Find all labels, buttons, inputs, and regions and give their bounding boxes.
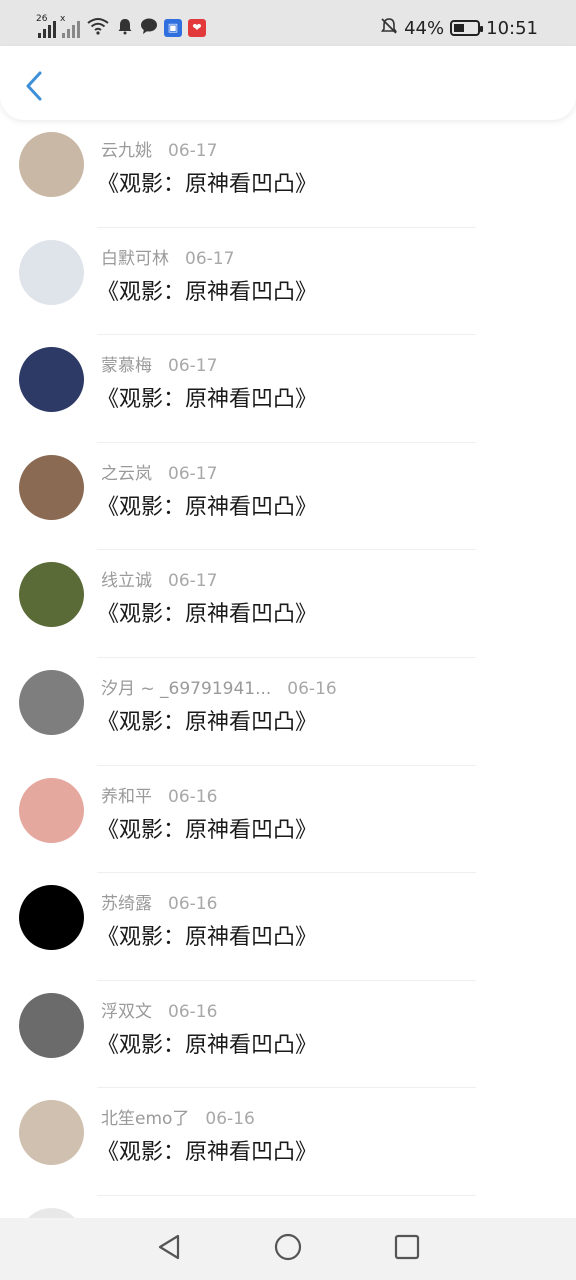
user-name[interactable]: 汐月 ~ _69791941...: [101, 679, 271, 699]
chat-bubble-icon: [140, 17, 158, 39]
navigation-bar: [0, 1218, 576, 1280]
signal-icon: 26: [36, 14, 56, 38]
item-title[interactable]: 《观影：原神看凹凸》: [97, 596, 317, 628]
item-meta: 云九姚 06-17: [101, 136, 217, 161]
list-item[interactable]: 汐月 ~ _69791941... 06-16 《观影：原神看凹凸》: [0, 658, 576, 766]
avatar[interactable]: [19, 992, 84, 1058]
avatar[interactable]: [19, 669, 84, 735]
item-title[interactable]: 《观影：原神看凹凸》: [97, 919, 317, 951]
avatar[interactable]: [19, 239, 84, 305]
battery-percent: 44%: [404, 17, 445, 39]
user-name[interactable]: 蒙慕梅: [101, 356, 152, 376]
avatar[interactable]: [19, 1100, 84, 1166]
clock: 10:51: [486, 17, 538, 39]
home-nav-icon[interactable]: [274, 1233, 302, 1265]
user-name[interactable]: 苏绮露: [101, 894, 152, 914]
user-name[interactable]: 白默可林: [101, 249, 169, 269]
user-name[interactable]: 之云岚: [101, 464, 152, 484]
wifi-icon: [86, 17, 110, 39]
list-item[interactable]: 苏绮露 06-16 《观影：原神看凹凸》: [0, 873, 576, 981]
user-name[interactable]: 线立诚: [101, 571, 152, 591]
list-item[interactable]: [0, 1196, 576, 1218]
avatar-image: [19, 132, 84, 197]
user-name[interactable]: 云九姚: [101, 141, 152, 161]
status-left: 26 x ▣ ❤: [36, 14, 206, 39]
list-item[interactable]: 养和平 06-16 《观影：原神看凹凸》: [0, 766, 576, 874]
item-date: 06-16: [205, 1109, 255, 1130]
item-title[interactable]: 《观影：原神看凹凸》: [97, 1134, 317, 1166]
avatar[interactable]: [19, 454, 84, 520]
back-nav-icon[interactable]: [156, 1233, 182, 1265]
item-title[interactable]: 《观影：原神看凹凸》: [97, 704, 317, 736]
user-name[interactable]: 浮双文: [101, 1002, 152, 1022]
avatar[interactable]: [19, 1207, 84, 1218]
signal-icon-2: x: [60, 14, 80, 38]
avatar[interactable]: [19, 777, 84, 843]
item-title[interactable]: 《观影：原神看凹凸》: [97, 274, 317, 306]
item-date: 06-17: [168, 141, 218, 161]
item-title[interactable]: 《观影：原神看凹凸》: [97, 812, 317, 844]
item-title[interactable]: 《观影：原神看凹凸》: [97, 1027, 317, 1059]
signal-label-2: x: [60, 14, 66, 24]
item-meta: 之云岚 06-17: [101, 459, 217, 484]
recents-nav-icon[interactable]: [394, 1234, 420, 1264]
list-item[interactable]: 北笙emo了 06-16 《观影：原神看凹凸》: [0, 1088, 576, 1196]
app-notification-icon: ▣: [164, 19, 182, 37]
user-name[interactable]: 北笙emo了: [101, 1109, 189, 1129]
avatar-image: [19, 562, 84, 628]
item-meta: 浮双文 06-16: [101, 997, 217, 1022]
avatar[interactable]: [19, 347, 84, 413]
list-item[interactable]: 浮双文 06-16 《观影：原神看凹凸》: [0, 981, 576, 1089]
item-meta: 白默可林 06-17: [101, 244, 234, 269]
avatar-image: [19, 992, 84, 1058]
avatar-image: [19, 885, 84, 951]
avatar-image: [19, 454, 84, 520]
signal-label: 26: [36, 14, 48, 24]
avatar-image: [19, 777, 84, 843]
avatar[interactable]: [19, 132, 84, 197]
item-meta: 蒙慕梅 06-17: [101, 351, 217, 376]
status-right: 44% 10:51: [380, 17, 538, 39]
avatar-image: [19, 669, 84, 735]
item-title[interactable]: 《观影：原神看凹凸》: [97, 489, 317, 521]
item-date: 06-16: [168, 894, 218, 915]
app-notification-icon-2: ❤: [188, 19, 206, 37]
item-meta: 线立诚 06-17: [101, 566, 217, 591]
list-item[interactable]: 白默可林 06-17 《观影：原神看凹凸》: [0, 228, 576, 336]
list-item[interactable]: 线立诚 06-17 《观影：原神看凹凸》: [0, 550, 576, 658]
item-date: 06-17: [185, 248, 235, 269]
avatar-image: [19, 1100, 84, 1166]
top-header: [0, 46, 576, 120]
item-date: 06-16: [168, 786, 218, 807]
list-item[interactable]: 之云岚 06-17 《观影：原神看凹凸》: [0, 443, 576, 551]
list-item[interactable]: 蒙慕梅 06-17 《观影：原神看凹凸》: [0, 335, 576, 443]
back-button[interactable]: [14, 66, 54, 106]
avatar-image: [19, 239, 84, 305]
user-list[interactable]: 云九姚 06-17 《观影：原神看凹凸》 白默可林 06-17 《观影：原神看凹凸》 蒙慕梅…: [0, 120, 576, 1218]
avatar[interactable]: [19, 885, 84, 951]
item-date: 06-16: [168, 1001, 218, 1022]
avatar-image: [19, 347, 84, 413]
bell-icon: [116, 17, 134, 39]
item-title[interactable]: 《观影：原神看凹凸》: [97, 381, 317, 413]
item-meta: 养和平 06-16: [101, 782, 217, 807]
item-date: 06-17: [168, 463, 218, 484]
item-date: 06-17: [168, 571, 218, 592]
avatar[interactable]: [19, 562, 84, 628]
chevron-left-icon: [26, 71, 42, 101]
item-meta: 汐月 ~ _69791941... 06-16: [101, 674, 337, 699]
item-meta: 北笙emo了 06-16: [101, 1104, 255, 1129]
avatar-image: [19, 1207, 84, 1218]
item-date: 06-16: [287, 678, 337, 699]
user-name[interactable]: 养和平: [101, 787, 152, 807]
list-item[interactable]: 云九姚 06-17 《观影：原神看凹凸》: [0, 120, 576, 228]
battery-icon: [450, 20, 484, 36]
item-title[interactable]: 《观影：原神看凹凸》: [97, 166, 317, 198]
mute-bell-icon: [380, 17, 398, 39]
item-date: 06-17: [168, 356, 218, 377]
item-meta: 苏绮露 06-16: [101, 889, 217, 914]
